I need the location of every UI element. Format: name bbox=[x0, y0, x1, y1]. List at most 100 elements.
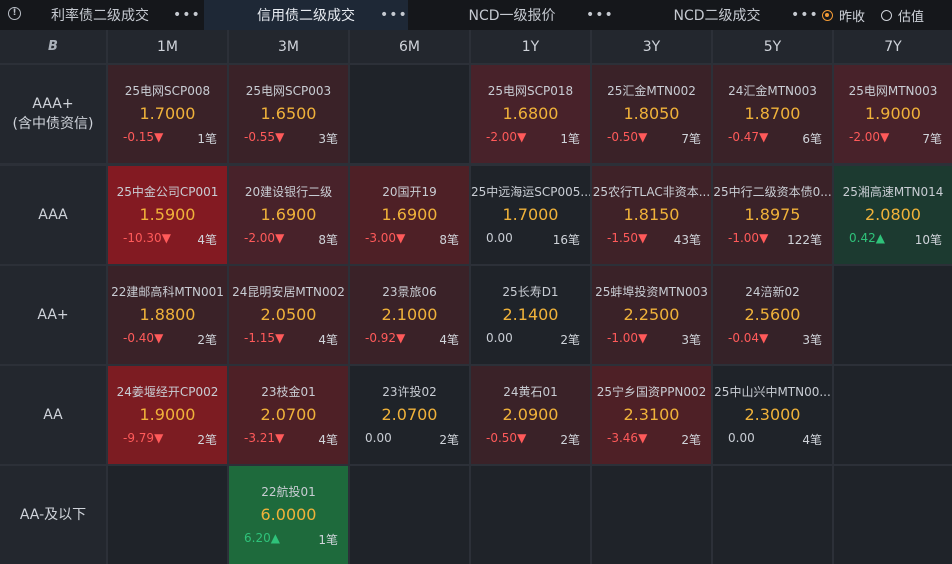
bond-name: 23景旅06 bbox=[382, 285, 437, 299]
tab-label: NCD二级成交 bbox=[673, 8, 761, 24]
bond-cell[interactable]: 25中金公司CP001 1.5900 -10.30▼ 4笔 bbox=[108, 166, 227, 264]
arrow-down-icon: ▼ bbox=[154, 130, 164, 144]
trade-count: 2笔 bbox=[197, 433, 217, 447]
yield-change-value: -1.00 bbox=[607, 331, 639, 345]
tab-credit-bond-secondary[interactable]: 信用债二级成交 bbox=[204, 0, 408, 30]
corner-logo: B bbox=[0, 30, 106, 63]
trade-count: 122笔 bbox=[787, 233, 822, 247]
valuation-radio[interactable]: 估值 bbox=[881, 0, 924, 30]
column-header-3Y: 3Y bbox=[592, 30, 711, 63]
bond-cell[interactable]: 24汇金MTN003 1.8700 -0.47▼ 6笔 bbox=[713, 65, 832, 163]
yield-change-value: -0.47 bbox=[728, 130, 760, 144]
arrow-down-icon: ▼ bbox=[638, 331, 648, 345]
tab-more-icon[interactable]: ••• bbox=[380, 0, 408, 30]
bond-cell[interactable]: 25中远海运SCP005... 1.7000 0.00 16笔 bbox=[471, 166, 590, 264]
bond-cell[interactable]: 25电网SCP008 1.7000 -0.15▼ 1笔 bbox=[108, 65, 227, 163]
bond-yield: 2.0500 bbox=[260, 305, 317, 324]
bond-yield: 1.5900 bbox=[139, 205, 196, 224]
bond-name: 25电网SCP008 bbox=[124, 84, 211, 98]
prev-close-radio[interactable]: 昨收 bbox=[822, 0, 865, 30]
yield-change-value: 6.20 bbox=[244, 531, 271, 545]
bond-cell[interactable]: 25宁乡国资PPN002 2.3100 -3.46▼ 2笔 bbox=[592, 366, 711, 464]
trade-count: 1笔 bbox=[560, 132, 580, 146]
bond-cell[interactable]: 25湘高速MTN014 2.0800 0.42▲ 10笔 bbox=[834, 166, 952, 264]
column-header-6M: 6M bbox=[350, 30, 469, 63]
yield-change-value: -9.79 bbox=[123, 431, 155, 445]
bond-cell[interactable]: 24黄石01 2.0900 -0.50▼ 2笔 bbox=[471, 366, 590, 464]
arrow-down-icon: ▼ bbox=[161, 231, 171, 245]
arrow-down-icon: ▼ bbox=[638, 130, 648, 144]
bond-yield: 2.2500 bbox=[623, 305, 680, 324]
trade-count: 4笔 bbox=[802, 433, 822, 447]
bond-yield: 2.0700 bbox=[381, 405, 438, 424]
bond-yield: 1.9000 bbox=[139, 405, 196, 424]
bond-cell[interactable]: 24昆明安居MTN002 2.0500 -1.15▼ 4笔 bbox=[229, 266, 348, 364]
arrow-down-icon: ▼ bbox=[154, 431, 164, 445]
bond-yield: 6.0000 bbox=[260, 505, 317, 524]
empty-cell bbox=[108, 466, 227, 564]
bond-yield: 1.8800 bbox=[139, 305, 196, 324]
tab-ncd-secondary[interactable]: NCD二级成交 bbox=[644, 0, 790, 30]
bond-yield: 1.9000 bbox=[865, 104, 921, 123]
bond-cell[interactable]: 24涪新02 2.5600 -0.04▼ 3笔 bbox=[713, 266, 832, 364]
row-header-label: AA bbox=[43, 407, 63, 423]
bond-name: 25中山兴中MTN00... bbox=[714, 385, 831, 399]
bond-cell[interactable]: 25电网SCP003 1.6500 -0.55▼ 3笔 bbox=[229, 65, 348, 163]
bond-yield: 1.6500 bbox=[260, 104, 317, 123]
yield-change: -0.15▼ bbox=[123, 130, 163, 144]
bond-yield: 1.7000 bbox=[139, 104, 196, 123]
bond-cell[interactable]: 23景旅06 2.1000 -0.92▼ 4笔 bbox=[350, 266, 469, 364]
tab-rate-bond-secondary[interactable]: 利率债二级成交 bbox=[30, 0, 170, 30]
bond-cell[interactable]: 20国开19 1.6900 -3.00▼ 8笔 bbox=[350, 166, 469, 264]
tab-more-icon[interactable]: ••• bbox=[173, 0, 201, 30]
arrow-down-icon: ▼ bbox=[638, 431, 648, 445]
bond-cell[interactable]: 23枝金01 2.0700 -3.21▼ 4笔 bbox=[229, 366, 348, 464]
bond-cell[interactable]: 20建设银行二级 1.6900 -2.00▼ 8笔 bbox=[229, 166, 348, 264]
bond-name: 25宁乡国资PPN002 bbox=[596, 385, 707, 399]
info-icon[interactable]: ! bbox=[8, 7, 21, 20]
row-header-label: (含中债资信) bbox=[12, 116, 94, 132]
tab-ncd-primary-quote[interactable]: NCD一级报价 bbox=[430, 0, 594, 30]
bond-cell[interactable]: 22建邮高科MTN001 1.8800 -0.40▼ 2笔 bbox=[108, 266, 227, 364]
brand-logo-icon: B bbox=[48, 39, 58, 54]
radio-label: 估值 bbox=[898, 9, 925, 25]
bond-name: 24黄石01 bbox=[503, 385, 558, 399]
bond-cell[interactable]: 25汇金MTN002 1.8050 -0.50▼ 7笔 bbox=[592, 65, 711, 163]
bond-cell[interactable]: 22航投01 6.0000 6.20▲ 1笔 bbox=[229, 466, 348, 564]
bond-yield: 2.3100 bbox=[623, 405, 680, 424]
tab-more-icon[interactable]: ••• bbox=[586, 0, 614, 30]
arrow-up-icon: ▲ bbox=[875, 231, 885, 245]
column-header-1M: 1M bbox=[108, 30, 227, 63]
bond-yield: 2.1000 bbox=[381, 305, 438, 324]
bond-cell[interactable]: 24姜堰经开CP002 1.9000 -9.79▼ 2笔 bbox=[108, 366, 227, 464]
bond-cell[interactable]: 25蚌埠投资MTN003 2.2500 -1.00▼ 3笔 bbox=[592, 266, 711, 364]
bond-name: 24昆明安居MTN002 bbox=[232, 285, 345, 299]
empty-cell bbox=[471, 466, 590, 564]
row-header-rating: AAA bbox=[0, 166, 106, 264]
trade-count: 2笔 bbox=[560, 433, 580, 447]
trade-count: 4笔 bbox=[318, 433, 338, 447]
trade-count: 2笔 bbox=[560, 333, 580, 347]
bond-yield: 2.0900 bbox=[502, 405, 559, 424]
column-header-5Y: 5Y bbox=[713, 30, 832, 63]
bond-cell[interactable]: 25中山兴中MTN00... 2.3000 0.00 4笔 bbox=[713, 366, 832, 464]
arrow-down-icon: ▼ bbox=[759, 130, 769, 144]
row-header-label: AA-及以下 bbox=[19, 507, 87, 523]
bond-cell[interactable]: 25电网SCP018 1.6800 -2.00▼ 1笔 bbox=[471, 65, 590, 163]
bond-cell[interactable]: 25电网MTN003 1.9000 -2.00▼ 7笔 bbox=[834, 65, 952, 163]
bond-cell[interactable]: 25中行二级资本债0... 1.8975 -1.00▼ 122笔 bbox=[713, 166, 832, 264]
yield-change-value: -0.92 bbox=[365, 331, 397, 345]
arrow-down-icon: ▼ bbox=[759, 231, 769, 245]
bond-cell[interactable]: 25农行TLAC非资本... 1.8150 -1.50▼ 43笔 bbox=[592, 166, 711, 264]
bond-cell[interactable]: 25长寿D1 2.1400 0.00 2笔 bbox=[471, 266, 590, 364]
bond-yield: 1.8050 bbox=[623, 104, 680, 123]
yield-change: -3.00▼ bbox=[365, 231, 405, 245]
tab-more-icon[interactable]: ••• bbox=[791, 0, 819, 30]
bond-cell[interactable]: 23许投02 2.0700 0.00 2笔 bbox=[350, 366, 469, 464]
yield-change: 0.00 bbox=[486, 231, 513, 245]
arrow-down-icon: ▼ bbox=[275, 231, 285, 245]
arrow-down-icon: ▼ bbox=[396, 231, 406, 245]
trade-count: 10笔 bbox=[914, 233, 942, 247]
row-header-rating: AA-及以下 bbox=[0, 466, 106, 564]
trade-count: 1笔 bbox=[197, 132, 217, 146]
